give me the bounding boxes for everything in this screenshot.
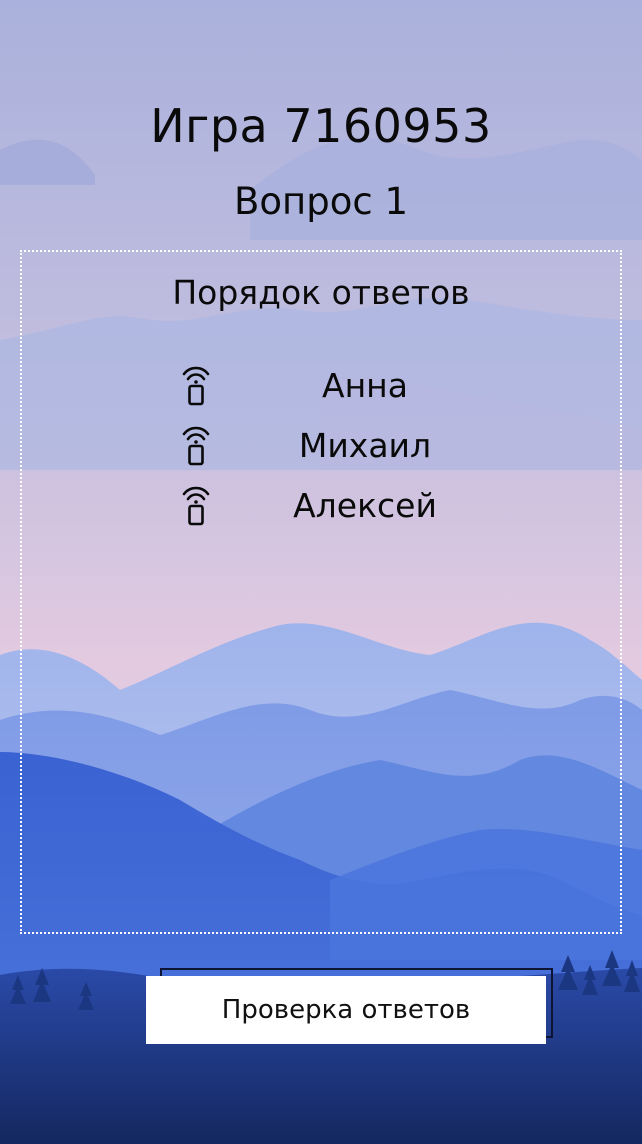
answer-order-title: Порядок ответов bbox=[172, 273, 470, 312]
check-answers-button[interactable]: Проверка ответов bbox=[146, 976, 546, 1044]
game-screen: Игра 7160953 Вопрос 1 Порядок ответов Ан… bbox=[0, 0, 642, 1144]
question-title: Вопрос 1 bbox=[234, 180, 408, 223]
answer-order-panel bbox=[20, 250, 622, 934]
game-title: Игра 7160953 bbox=[150, 99, 492, 153]
